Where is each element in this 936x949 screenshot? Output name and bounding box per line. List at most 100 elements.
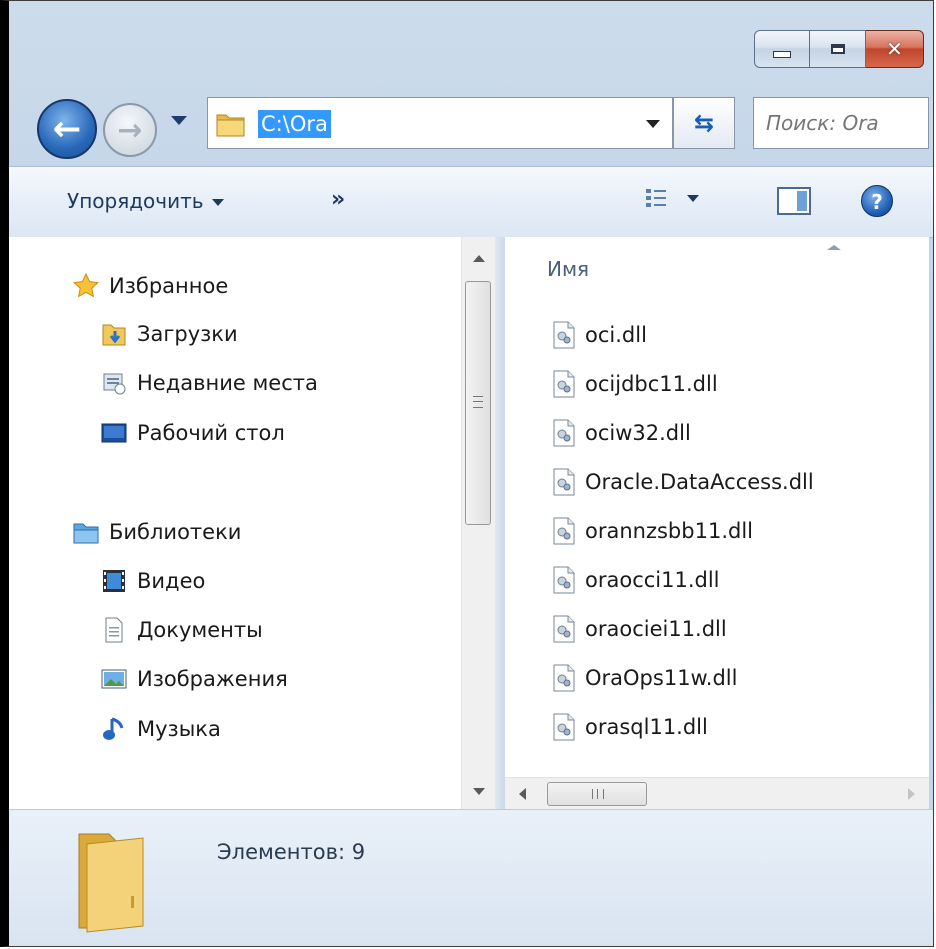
file-row[interactable]: ocijdbc11.dll xyxy=(553,366,718,402)
item-count: Элементов: 9 xyxy=(217,840,366,864)
address-bar[interactable]: C:\Ora xyxy=(207,97,673,149)
view-list-icon xyxy=(646,189,666,207)
dll-file-icon xyxy=(553,517,575,545)
more-commands-button[interactable]: » xyxy=(331,187,345,212)
nav-music-label: Музыка xyxy=(137,717,221,741)
file-name: orannzsbb11.dll xyxy=(585,519,753,543)
folder-icon xyxy=(216,114,245,137)
file-list: Имя oci.dll ocijdbc11.dll ociw32.dll Oracle… xyxy=(505,237,929,777)
nav-libraries-label: Библиотеки xyxy=(109,520,242,544)
recent-pages-dropdown-icon[interactable] xyxy=(171,116,187,125)
navigation-scrollbar[interactable] xyxy=(461,237,496,809)
documents-icon xyxy=(105,617,123,643)
help-button[interactable]: ? xyxy=(861,185,893,217)
file-name: ocijdbc11.dll xyxy=(585,372,718,396)
scroll-thumb-horizontal[interactable] xyxy=(547,782,647,806)
command-bar: Упорядочить » ? xyxy=(9,166,933,238)
dll-file-icon xyxy=(553,664,575,692)
column-header-name[interactable]: Имя xyxy=(547,257,589,281)
nav-desktop[interactable]: Рабочий стол xyxy=(101,414,285,452)
star-icon xyxy=(73,273,99,298)
file-row[interactable]: oraociei11.dll xyxy=(553,611,727,647)
grip-icon xyxy=(592,789,604,799)
explorer-window: ✕ ← → C:\Ora ⇆ Упорядочить » ? xyxy=(0,0,934,947)
scroll-down-icon[interactable] xyxy=(473,788,485,795)
folder-large-icon xyxy=(78,833,144,933)
dll-file-icon xyxy=(553,321,575,349)
nav-video-label: Видео xyxy=(137,569,206,593)
close-icon: ✕ xyxy=(886,37,903,61)
organize-label: Упорядочить xyxy=(67,189,204,213)
back-arrow-icon: ← xyxy=(52,109,82,149)
minimize-icon xyxy=(773,50,791,58)
close-button[interactable]: ✕ xyxy=(866,30,924,68)
forward-button[interactable]: → xyxy=(103,103,157,157)
dll-file-icon xyxy=(553,713,575,741)
details-pane: Элементов: 9 xyxy=(9,809,933,946)
nav-recent-places[interactable]: Недавние места xyxy=(101,364,318,402)
dll-file-icon xyxy=(553,615,575,643)
file-row[interactable]: OraOps11w.dll xyxy=(553,660,737,696)
address-dropdown-icon[interactable] xyxy=(646,120,660,128)
file-row[interactable]: ociw32.dll xyxy=(553,415,691,451)
recent-places-icon xyxy=(103,373,126,395)
refresh-button[interactable]: ⇆ xyxy=(673,97,735,149)
nav-downloads[interactable]: Загрузки xyxy=(101,315,238,353)
file-name: OraOps11w.dll xyxy=(585,666,738,690)
file-row[interactable]: oraocci11.dll xyxy=(553,562,720,598)
file-row[interactable]: orasql11.dll xyxy=(553,709,708,745)
nav-recent-places-label: Недавние места xyxy=(137,371,318,395)
back-button[interactable]: ← xyxy=(37,99,97,159)
organize-button[interactable]: Упорядочить xyxy=(67,189,224,213)
file-name: oraocci11.dll xyxy=(585,568,720,592)
dll-file-icon xyxy=(553,566,575,594)
nav-favorites-label: Избранное xyxy=(109,274,229,298)
minimize-button[interactable] xyxy=(754,30,810,68)
preview-pane-button[interactable] xyxy=(777,187,811,215)
nav-desktop-label: Рабочий стол xyxy=(137,421,285,445)
libraries-icon xyxy=(73,523,99,544)
search-box[interactable] xyxy=(753,97,929,149)
nav-video[interactable]: Видео xyxy=(101,562,205,600)
nav-pictures[interactable]: Изображения xyxy=(101,660,288,698)
forward-arrow-icon: → xyxy=(117,112,143,148)
nav-music[interactable]: Музыка xyxy=(101,710,221,748)
pane-splitter[interactable] xyxy=(495,237,505,809)
downloads-icon xyxy=(102,324,126,346)
dll-file-icon xyxy=(553,370,575,398)
sort-ascending-icon xyxy=(827,245,841,250)
file-name: oci.dll xyxy=(585,323,647,347)
refresh-icon: ⇆ xyxy=(693,109,715,137)
nav-documents[interactable]: Документы xyxy=(101,611,263,649)
address-path[interactable]: C:\Ora xyxy=(258,110,331,138)
file-name: Oracle.DataAccess.dll xyxy=(585,470,814,494)
horizontal-scrollbar[interactable] xyxy=(505,777,929,810)
scroll-up-icon[interactable] xyxy=(473,255,485,262)
file-row[interactable]: orannzsbb11.dll xyxy=(553,513,753,549)
pictures-icon xyxy=(101,669,127,689)
help-icon: ? xyxy=(871,190,883,214)
file-name: oraociei11.dll xyxy=(585,617,727,641)
file-row[interactable]: oci.dll xyxy=(553,317,647,353)
scroll-thumb[interactable] xyxy=(465,281,491,525)
video-icon xyxy=(103,570,125,592)
scroll-right-icon[interactable] xyxy=(908,788,915,800)
scroll-left-icon[interactable] xyxy=(519,788,526,800)
navigation-pane: Избранное Загрузки Недавние места Рабочи… xyxy=(9,237,461,809)
nav-favorites[interactable]: Избранное xyxy=(73,267,228,305)
maximize-button[interactable] xyxy=(810,30,866,68)
nav-downloads-label: Загрузки xyxy=(137,322,238,346)
file-name: ociw32.dll xyxy=(585,421,691,445)
chevron-down-icon xyxy=(687,194,699,202)
window-controls: ✕ xyxy=(754,30,924,68)
maximize-icon xyxy=(830,44,845,54)
file-name: orasql11.dll xyxy=(585,715,708,739)
dll-file-icon xyxy=(553,419,575,447)
search-input[interactable] xyxy=(766,98,916,148)
grip-icon xyxy=(473,396,483,408)
nav-pictures-label: Изображения xyxy=(137,667,288,691)
change-view-button[interactable] xyxy=(645,187,699,209)
music-icon xyxy=(103,717,124,740)
file-row[interactable]: Oracle.DataAccess.dll xyxy=(553,464,814,500)
nav-libraries[interactable]: Библиотеки xyxy=(73,513,241,551)
